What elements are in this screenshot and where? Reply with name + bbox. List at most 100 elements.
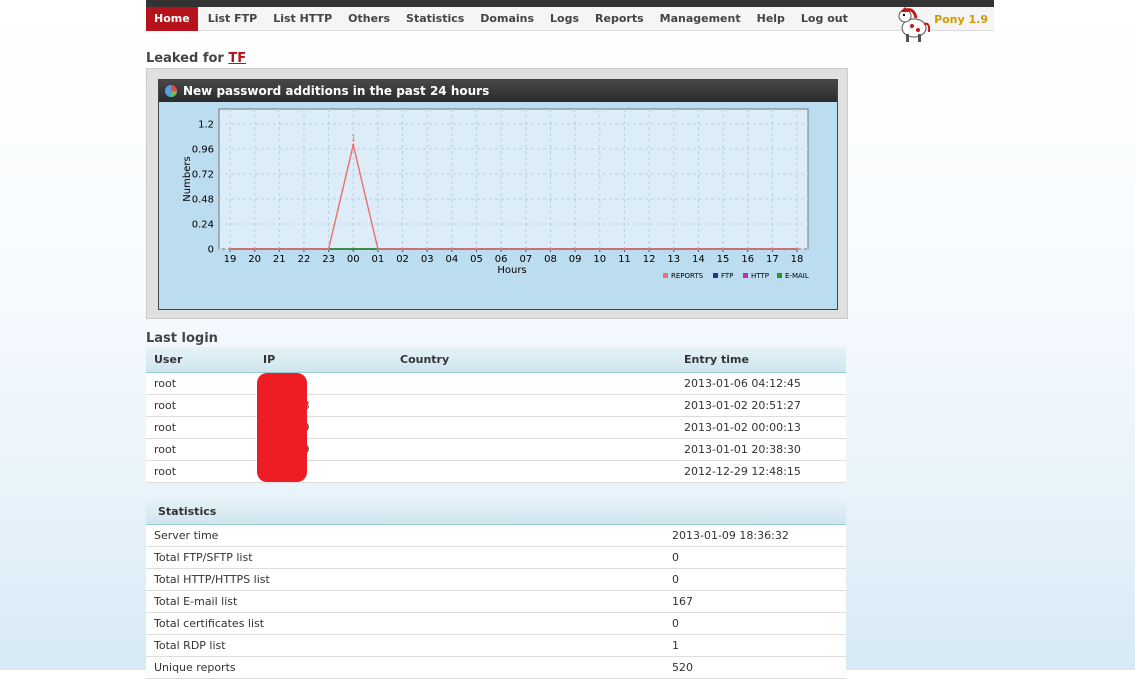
nav-help[interactable]: Help [749,7,793,31]
data-point-reports [426,247,429,251]
y-axis-label: Numbers [182,156,193,201]
table-row: root 3.199 2013-01-06 04:12:45 [146,372,846,395]
data-point-reports [623,247,626,251]
table-row: root 3.8 2012-12-29 12:48:15 [146,460,846,483]
data-point-reports [401,247,404,251]
col-country[interactable]: Country [392,347,676,373]
cell-user: root [146,394,255,417]
stat-value: 2013-01-09 18:36:32 [664,524,846,547]
data-point-reports [475,247,478,251]
stat-value: 520 [664,656,846,679]
pony-logo-icon [898,7,931,42]
data-point-reports [573,247,577,251]
legend-swatch [663,273,668,278]
nav-domains[interactable]: Domains [472,7,542,31]
chart-title: New password additions in the past 24 ho… [183,84,490,98]
table-row: Total certificates list 0 [146,612,846,635]
stat-value: 1 [664,634,846,657]
col-entry-time[interactable]: Entry time [676,347,846,373]
data-point-reports [795,247,799,251]
col-user[interactable]: User [146,347,255,373]
legend-label: HTTP [751,272,769,280]
last-login-title: Last login [146,331,218,346]
x-tick-label: 09 [569,254,582,265]
nav-management[interactable]: Management [652,7,749,31]
x-tick-label: 16 [741,254,754,265]
x-tick-label: 02 [396,254,409,265]
x-tick-label: 11 [618,254,631,265]
x-tick-label: 06 [495,254,508,265]
table-row: Total RDP list 1 [146,634,846,657]
data-point-reports [771,247,774,251]
x-tick-label: 23 [322,254,335,265]
nav-reports[interactable]: Reports [587,7,652,31]
nav-list-http[interactable]: List HTTP [265,7,340,31]
data-point-e-mail [352,247,355,251]
nav-others[interactable]: Others [340,7,398,31]
x-tick-label: 07 [519,254,532,265]
data-label: 1 [351,134,356,143]
data-point-reports [549,247,552,251]
x-tick-label: 20 [248,254,261,265]
cell-time: 2013-01-02 00:00:13 [676,416,846,439]
table-row: Unique reports 520 [146,656,846,679]
nav-logs[interactable]: Logs [542,7,587,31]
stat-value: 0 [664,612,846,635]
stat-value: 167 [664,590,846,613]
cell-country [392,372,676,395]
stat-label: Unique reports [146,656,664,679]
statistics-header-row: Statistics [146,499,846,525]
nav-home[interactable]: Home [146,6,198,31]
data-point-reports [524,247,528,251]
x-tick-label: 13 [667,254,680,265]
data-point-reports [327,247,330,251]
data-point-reports [499,247,503,251]
x-tick-label: 05 [470,254,483,265]
cell-user: root [146,372,255,395]
data-point-reports [721,247,725,251]
stat-label: Total certificates list [146,612,664,635]
y-tick-label: 1.2 [198,120,214,131]
brand: Pony 1.9 [896,7,988,42]
leaked-heading: Leaked for TF [146,51,246,66]
table-row: root 140.29 2013-01-02 00:00:13 [146,416,846,439]
x-tick-label: 04 [446,254,459,265]
cell-user: root [146,438,255,461]
nav-statistics[interactable]: Statistics [398,7,472,31]
data-point-reports [647,247,651,251]
nav-log-out[interactable]: Log out [793,7,856,31]
chart-header: New password additions in the past 24 ho… [159,80,837,102]
table-row: Total FTP/SFTP list 0 [146,546,846,569]
leaked-link[interactable]: TF [228,51,246,66]
legend-label: E-MAIL [785,272,809,280]
nav-list-ftp[interactable]: List FTP [200,7,266,31]
main-nav: Home List FTP List HTTP Others Statistic… [146,6,994,42]
col-ip[interactable]: IP [255,347,392,373]
x-tick-label: 14 [692,254,705,265]
stat-label: Total E-mail list [146,590,664,613]
legend-label: REPORTS [671,272,704,280]
pie-chart-icon [165,85,177,97]
x-tick-label: 10 [593,254,606,265]
x-tick-label: 01 [372,254,385,265]
stat-value: 0 [664,546,846,569]
y-tick-label: 0 [208,245,214,256]
table-row: root 33.138 2013-01-02 20:51:27 [146,394,846,417]
data-point-reports [376,247,380,251]
cell-time: 2013-01-01 20:38:30 [676,438,846,461]
x-tick-label: 03 [421,254,434,265]
x-tick-label: 21 [273,254,286,265]
stat-label: Total HTTP/HTTPS list [146,568,664,591]
x-tick-label: 18 [791,254,804,265]
stat-label: Total RDP list [146,634,664,657]
y-tick-label: 0.48 [192,195,214,206]
cell-user: root [146,460,255,483]
y-tick-label: 0.72 [192,170,214,181]
cell-country [392,416,676,439]
stat-label: Total FTP/SFTP list [146,546,664,569]
stat-label: Server time [146,524,664,547]
table-row: Server time 2013-01-09 18:36:32 [146,524,846,547]
x-tick-label: 22 [298,254,311,265]
redaction-mark [257,373,307,482]
x-tick-label: 19 [224,254,237,265]
